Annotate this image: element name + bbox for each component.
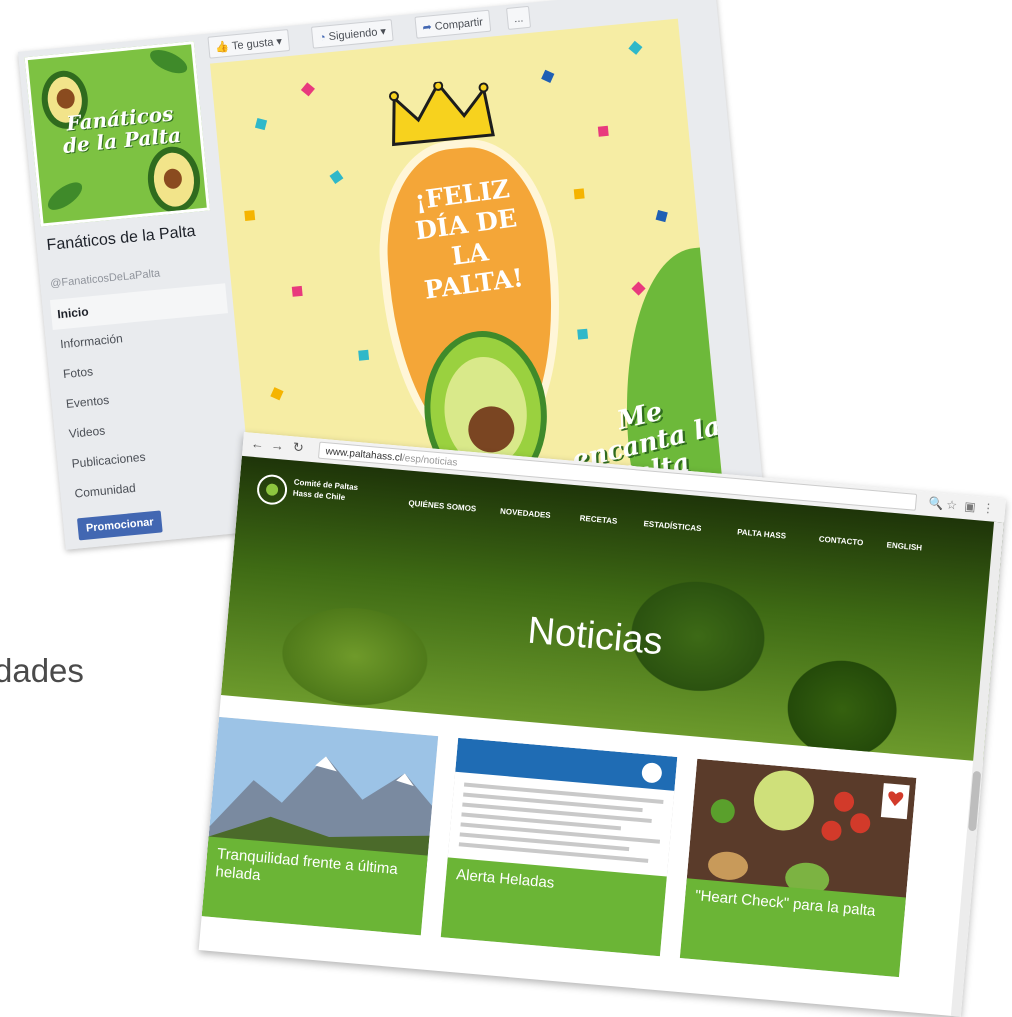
menu-item-estadisticas[interactable]: ESTADÍSTICAS bbox=[643, 519, 702, 533]
extension-icon[interactable]: ▣ bbox=[964, 499, 977, 514]
share-button[interactable]: ➦ Compartir bbox=[414, 9, 491, 39]
card-title: Tranquilidad frente a última helada bbox=[214, 845, 399, 885]
following-button[interactable]: ◔ Siguiendo ▾ bbox=[310, 19, 394, 49]
star-icon[interactable]: ☆ bbox=[946, 498, 958, 513]
liked-button[interactable]: 👍 Te gusta ▾ bbox=[207, 29, 290, 59]
page-title: Noticias bbox=[525, 609, 665, 664]
zoom-icon[interactable]: 🔍 bbox=[928, 496, 944, 511]
profile-picture[interactable]: Fanáticos de la Palta bbox=[24, 41, 211, 227]
share-icon: ➦ bbox=[421, 21, 433, 35]
news-card[interactable]: "Heart Check" para la palta bbox=[679, 758, 917, 978]
card-title: "Heart Check" para la palta bbox=[694, 887, 877, 920]
reload-icon[interactable]: ↻ bbox=[292, 439, 304, 456]
website-screenshot: ← → ↻ www.paltahass.cl/esp/noticias 🔍 ☆ … bbox=[198, 432, 1007, 1017]
menu-item-novedades[interactable]: NOVEDADES bbox=[500, 507, 551, 520]
site-logo-text[interactable]: Comité de Paltas Hass de Chile bbox=[292, 477, 358, 505]
news-cards: Tranquilidad frente a última helada Aler… bbox=[199, 716, 981, 1017]
rss-icon: ◔ bbox=[318, 31, 327, 45]
menu-item-recetas[interactable]: RECETAS bbox=[579, 514, 617, 526]
menu-item-contacto[interactable]: CONTACTO bbox=[818, 535, 863, 548]
cover-headline: ¡FELIZ DÍA DE LA PALTA! bbox=[412, 174, 526, 305]
logo-icon[interactable] bbox=[255, 473, 289, 506]
promote-button[interactable]: Promocionar bbox=[76, 510, 163, 541]
menu-item-quienes-somos[interactable]: QUIÉNES SOMOS bbox=[408, 499, 477, 514]
background-partial-text: dades bbox=[0, 652, 84, 689]
menu-item-english[interactable]: ENGLISH bbox=[886, 540, 922, 552]
card-title: Alerta Heladas bbox=[455, 866, 555, 892]
menu-item-palta-hass[interactable]: PALTA HASS bbox=[737, 527, 787, 540]
following-button-label: Siguiendo bbox=[328, 26, 379, 44]
liked-button-label: Te gusta bbox=[231, 36, 274, 53]
news-card[interactable]: Tranquilidad frente a última helada bbox=[201, 716, 439, 936]
back-arrow-icon[interactable]: ← bbox=[250, 436, 264, 452]
avocado-icon bbox=[144, 144, 203, 215]
share-button-label: Compartir bbox=[434, 16, 484, 33]
more-button[interactable]: ... bbox=[506, 5, 532, 30]
menu-icon[interactable]: ⋮ bbox=[982, 501, 995, 516]
url-domain: www.paltahass.cl bbox=[325, 446, 403, 464]
url-path: /esp/noticias bbox=[401, 452, 458, 469]
page-handle[interactable]: @FanaticosDeLaPalta bbox=[50, 267, 161, 290]
page-name[interactable]: Fanáticos de la Palta bbox=[46, 220, 217, 256]
thumbs-up-icon: 👍 bbox=[214, 40, 230, 55]
news-card[interactable]: Alerta Heladas bbox=[440, 737, 678, 957]
page-nav: Inicio Información Fotos Eventos Videos … bbox=[49, 283, 245, 509]
forward-arrow-icon[interactable]: → bbox=[270, 437, 284, 453]
